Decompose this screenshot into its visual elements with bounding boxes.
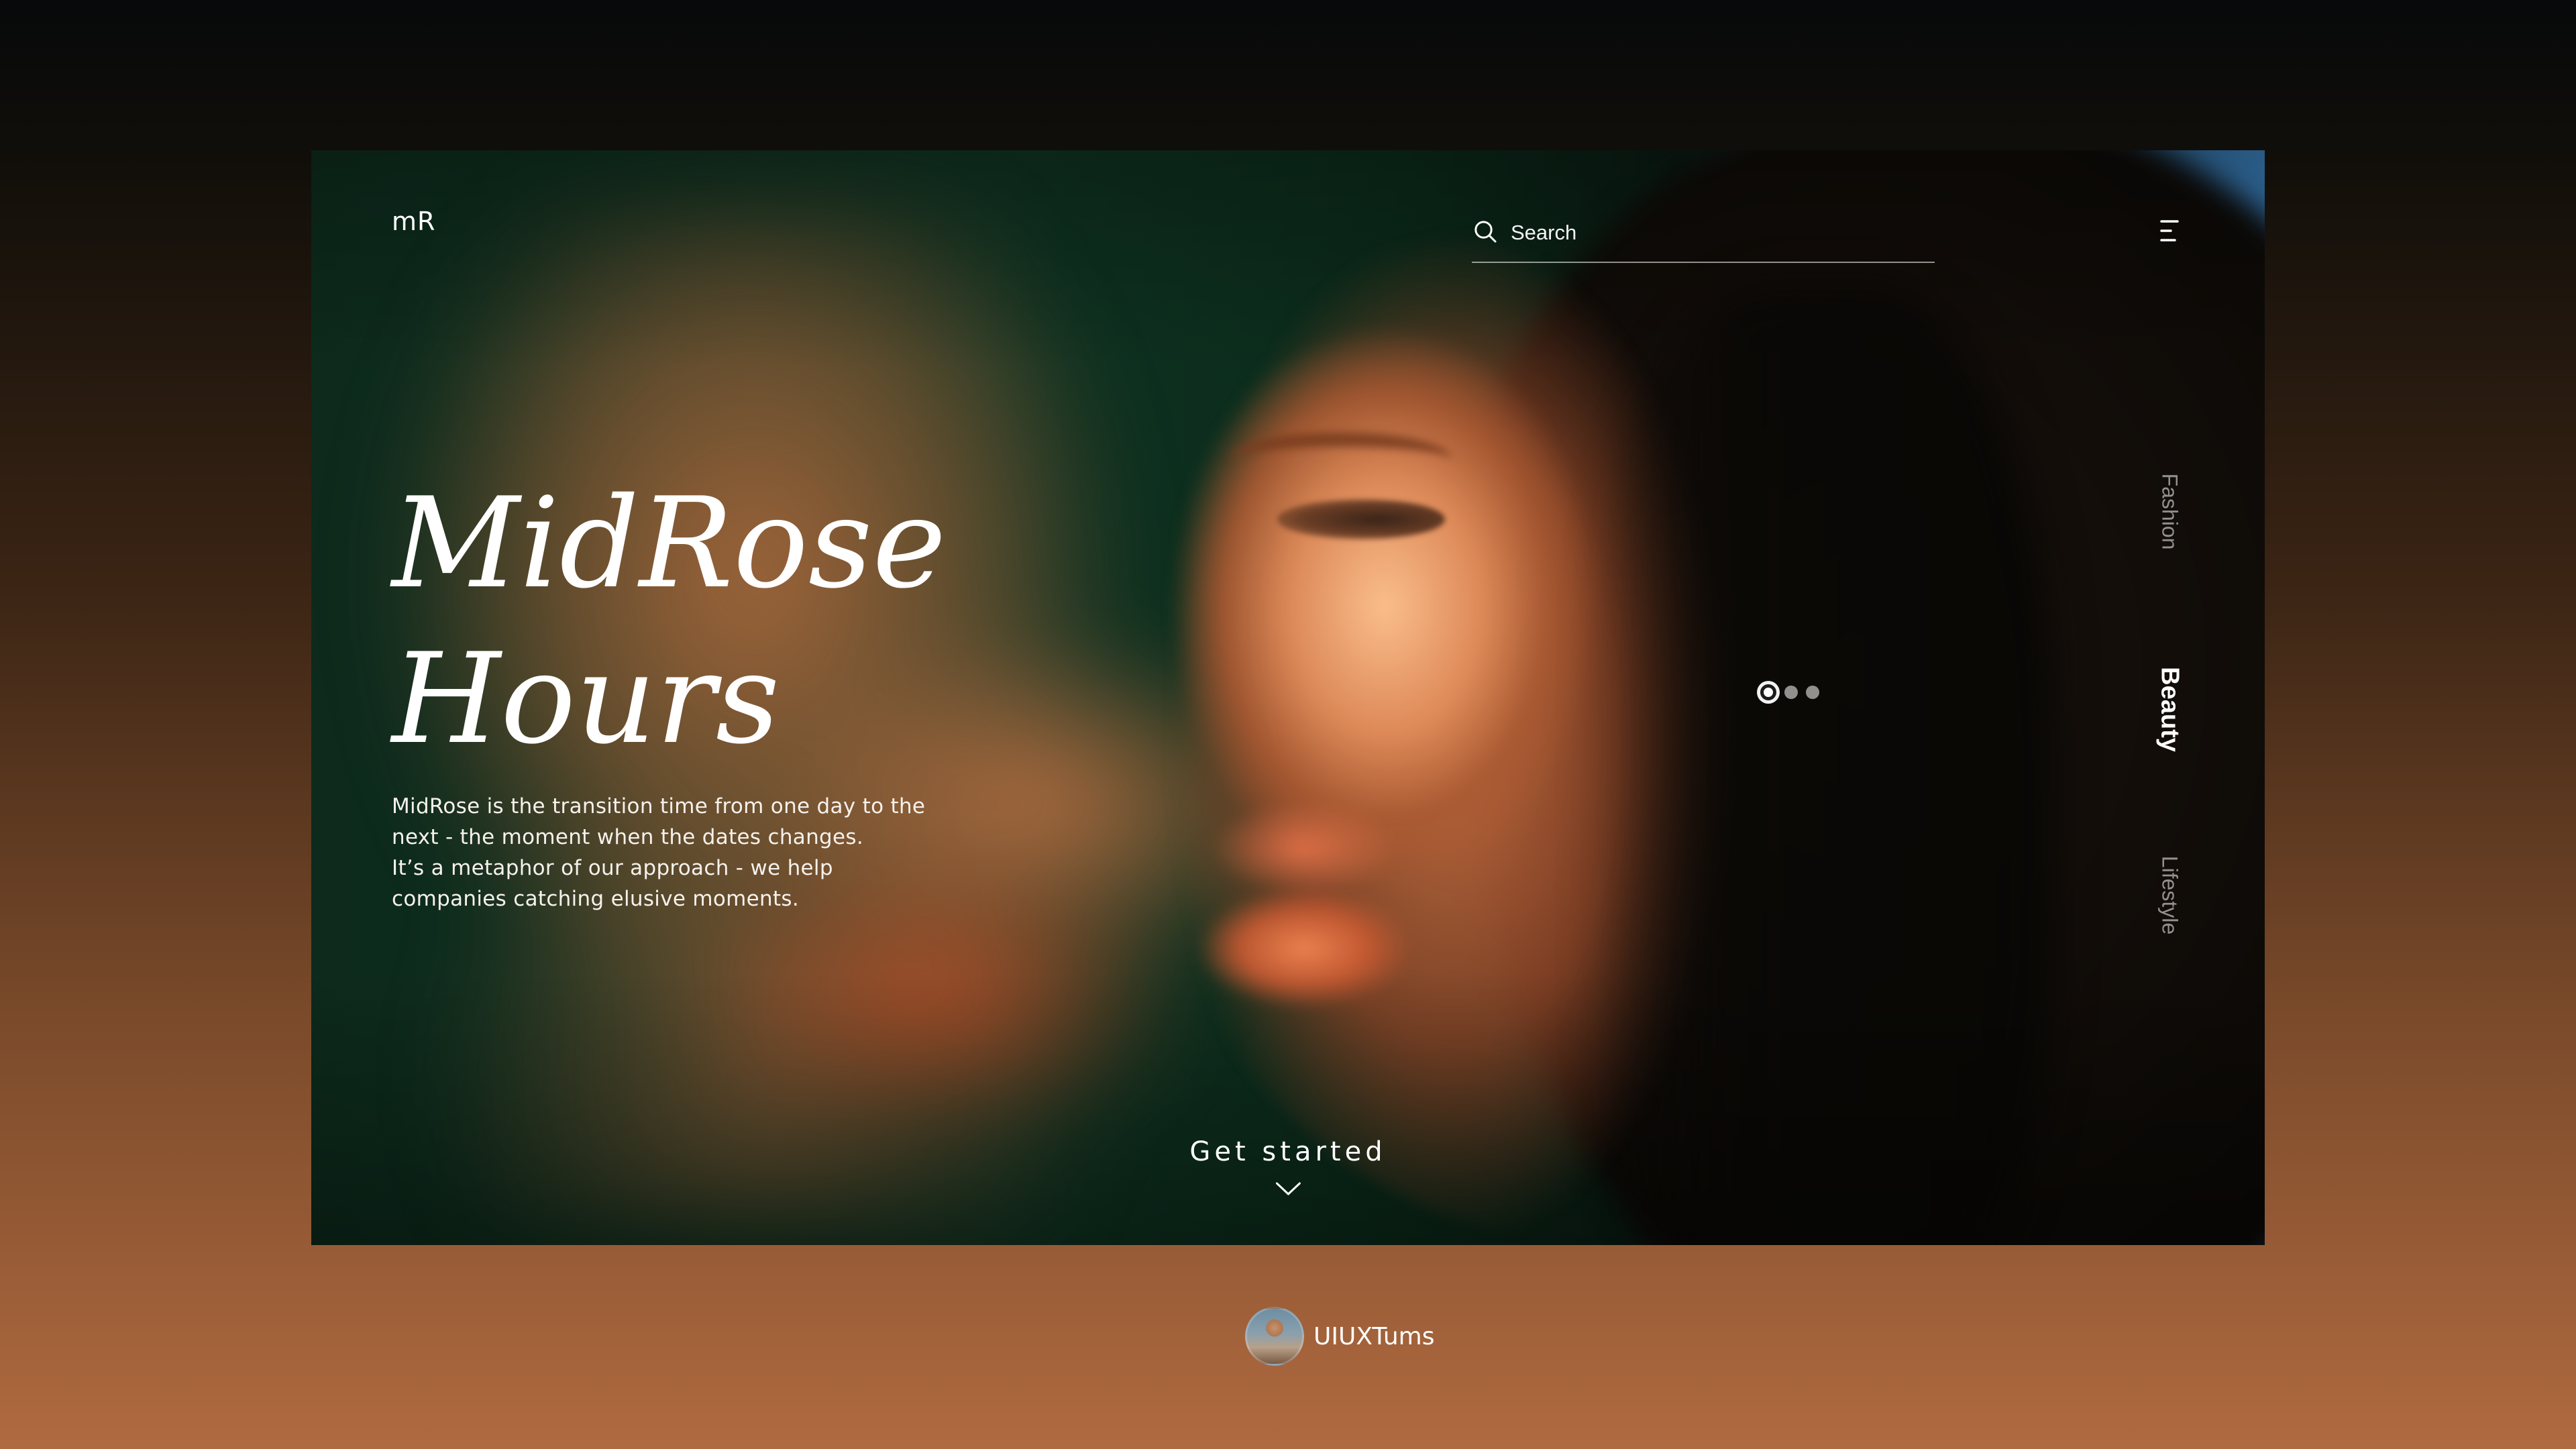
category-beauty[interactable]: Beauty <box>2155 667 2184 752</box>
hero-title-line-2: Hours <box>392 626 780 771</box>
search-input[interactable] <box>1511 221 1913 245</box>
author-credit[interactable]: UIUXTums <box>1245 1307 1435 1366</box>
slider-dot-2[interactable] <box>1784 686 1798 699</box>
get-started-label: Get started <box>1189 1136 1387 1167</box>
slider-dot-1[interactable] <box>1760 684 1776 700</box>
category-lifestyle[interactable]: Lifestyle <box>2157 856 2182 934</box>
hero-description: MidRose is the transition time from one … <box>392 791 955 914</box>
hero-description-line: It’s a metaphor of our approach - we hel… <box>392 856 833 880</box>
hero-description-line: MidRose is the transition time from one … <box>392 794 926 818</box>
hero-title: MidRose Hours <box>392 466 947 777</box>
hero-description-line: next - the moment when the dates changes… <box>392 825 863 849</box>
site-logo[interactable]: mR <box>392 207 435 236</box>
search-bar[interactable] <box>1472 204 1935 263</box>
search-icon[interactable] <box>1472 218 1499 248</box>
author-name[interactable]: UIUXTums <box>1313 1323 1435 1350</box>
slider-dot-3[interactable] <box>1806 686 1819 699</box>
get-started-button[interactable]: Get started <box>1189 1136 1386 1201</box>
hero-section: mR MidRose Hours MidRose is the transiti… <box>311 150 2265 1245</box>
hamburger-menu-icon[interactable] <box>2149 211 2190 251</box>
chevron-down-icon <box>1273 1179 1303 1201</box>
hero-description-line: companies catching elusive moments. <box>392 887 800 911</box>
category-fashion[interactable]: Fashion <box>2157 474 2182 550</box>
avatar[interactable] <box>1245 1307 1304 1366</box>
slider-pagination <box>1760 684 1819 700</box>
hero-title-line-1: MidRose <box>392 470 947 616</box>
